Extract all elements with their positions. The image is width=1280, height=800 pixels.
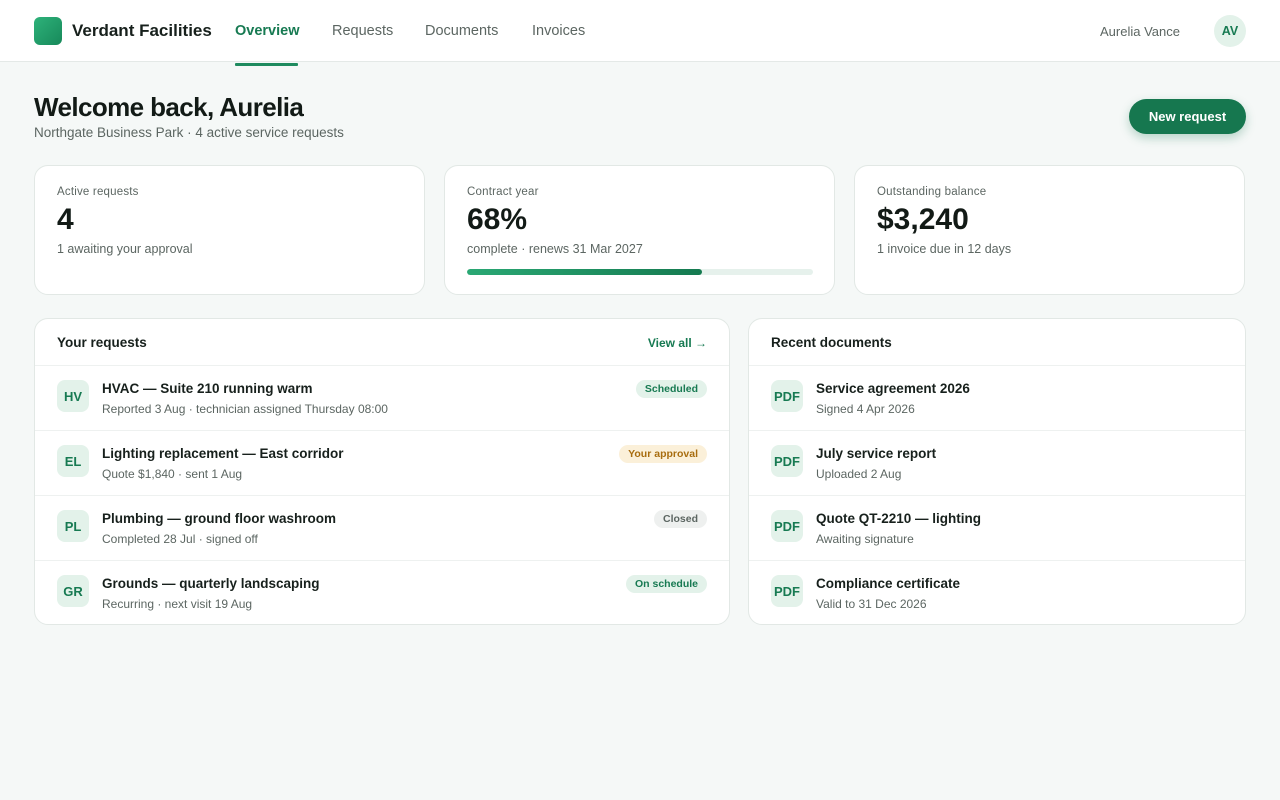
request-initials-chip: GR: [57, 575, 89, 607]
document-row[interactable]: PDF Compliance certificate Valid to 31 D…: [749, 561, 1245, 624]
new-request-button[interactable]: New request: [1129, 99, 1246, 134]
stat-label: Contract year: [467, 186, 539, 198]
brand-name[interactable]: Verdant Facilities: [72, 21, 212, 41]
request-title: Plumbing — ground floor washroom: [102, 511, 336, 526]
stat-card-outstanding-balance: Outstanding balance $3,240 1 invoice due…: [854, 165, 1245, 295]
request-initials-chip: PL: [57, 510, 89, 542]
stat-label: Outstanding balance: [877, 186, 987, 198]
active-tab-indicator: [235, 63, 298, 66]
request-row[interactable]: HV HVAC — Suite 210 running warm Reporte…: [35, 366, 729, 431]
document-subtext: Signed 4 Apr 2026: [816, 402, 915, 416]
contract-progress-fill: [467, 269, 703, 275]
stat-subtext: complete · renews 31 Mar 2027: [467, 242, 643, 256]
pdf-file-icon: PDF: [771, 445, 803, 477]
stat-label: Active requests: [57, 186, 139, 198]
panel-title: Recent documents: [771, 335, 892, 350]
top-bar: Verdant Facilities Overview Requests Doc…: [0, 0, 1280, 62]
request-title: HVAC — Suite 210 running warm: [102, 381, 313, 396]
page-title: Welcome back, Aurelia: [34, 92, 304, 122]
document-subtext: Valid to 31 Dec 2026: [816, 597, 927, 611]
panel-title: Your requests: [57, 335, 147, 350]
document-row[interactable]: PDF July service report Uploaded 2 Aug: [749, 431, 1245, 496]
nav-requests[interactable]: Requests: [332, 23, 393, 39]
request-row[interactable]: EL Lighting replacement — East corridor …: [35, 431, 729, 496]
nav-overview[interactable]: Overview: [235, 23, 300, 39]
pdf-file-icon: PDF: [771, 575, 803, 607]
user-avatar[interactable]: AV: [1214, 15, 1246, 47]
pdf-file-icon: PDF: [771, 380, 803, 412]
pdf-file-icon: PDF: [771, 510, 803, 542]
request-title: Lighting replacement — East corridor: [102, 446, 344, 461]
document-title: Quote QT-2210 — lighting: [816, 511, 982, 526]
document-title: Compliance certificate: [816, 576, 961, 591]
view-all-link[interactable]: View all →: [648, 336, 707, 350]
document-title: Service agreement 2026: [816, 381, 970, 396]
nav-documents[interactable]: Documents: [425, 23, 498, 39]
stat-value: 68%: [467, 203, 528, 236]
request-row[interactable]: GR Grounds — quarterly landscaping Recur…: [35, 561, 729, 624]
requests-panel: Your requests View all → HV HVAC — Suite…: [34, 318, 730, 625]
stat-card-active-requests: Active requests 4 1 awaiting your approv…: [34, 165, 425, 295]
status-badge: Closed: [653, 510, 707, 528]
stat-subtext: 1 invoice due in 12 days: [877, 242, 1012, 256]
nav-invoices[interactable]: Invoices: [532, 23, 585, 39]
document-subtext: Uploaded 2 Aug: [816, 467, 902, 481]
status-badge: Your approval: [619, 445, 707, 463]
document-title: July service report: [816, 446, 937, 461]
status-badge: Scheduled: [635, 380, 707, 398]
request-subtext: Recurring · next visit 19 Aug: [102, 597, 253, 611]
request-initials-chip: HV: [57, 380, 89, 412]
document-subtext: Awaiting signature: [816, 532, 914, 546]
document-row[interactable]: PDF Quote QT-2210 — lighting Awaiting si…: [749, 496, 1245, 561]
request-title: Grounds — quarterly landscaping: [102, 576, 320, 591]
stat-card-contract-year: Contract year 68% complete · renews 31 M…: [444, 165, 835, 295]
contract-progress-bar: [467, 269, 813, 275]
request-subtext: Completed 28 Jul · signed off: [102, 532, 258, 546]
request-subtext: Reported 3 Aug · technician assigned Thu…: [102, 402, 388, 416]
request-subtext: Quote $1,840 · sent 1 Aug: [102, 467, 243, 481]
status-badge: On schedule: [625, 575, 707, 593]
documents-panel: Recent documents PDF Service agreement 2…: [748, 318, 1246, 625]
request-initials-chip: EL: [57, 445, 89, 477]
stat-value: 4: [57, 203, 74, 236]
page-subtitle: Northgate Business Park · 4 active servi…: [34, 125, 344, 140]
document-row[interactable]: PDF Service agreement 2026 Signed 4 Apr …: [749, 366, 1245, 431]
user-name[interactable]: Aurelia Vance: [1100, 24, 1180, 39]
brand-logo-icon[interactable]: [34, 17, 62, 45]
request-row[interactable]: PL Plumbing — ground floor washroom Comp…: [35, 496, 729, 561]
stat-subtext: 1 awaiting your approval: [57, 242, 193, 256]
stat-value: $3,240: [877, 203, 969, 236]
